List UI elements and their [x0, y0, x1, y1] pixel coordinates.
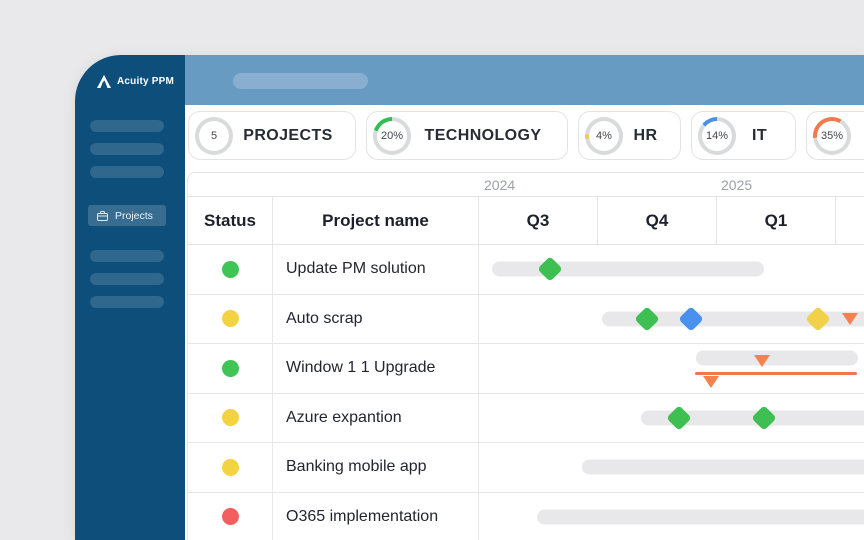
banner-skeleton-pill	[233, 73, 368, 89]
status-cell	[188, 245, 273, 294]
sidebar-skeleton-item	[90, 120, 164, 132]
gantt-diamond-marker[interactable]	[805, 306, 830, 331]
gantt-diamond-marker[interactable]	[537, 257, 562, 282]
gantt-timeline	[479, 443, 864, 492]
sidebar-skeleton-item	[90, 296, 164, 308]
table-row[interactable]: Window 1 1 Upgrade	[188, 344, 864, 394]
header-q3: Q3	[479, 197, 598, 244]
gantt-bar[interactable]	[696, 351, 858, 366]
project-name: Update PM solution	[273, 245, 479, 294]
donut-value: 20%	[373, 117, 411, 155]
gantt-timeline	[479, 493, 864, 540]
chip-label: HR	[623, 127, 672, 145]
donut-value: 4%	[585, 117, 623, 155]
status-cell	[188, 344, 273, 393]
table-row[interactable]: O365 implementation	[188, 493, 864, 540]
briefcase-icon	[97, 211, 108, 221]
summary-chip[interactable]: 14% IT	[691, 111, 796, 160]
year-label: 2025	[721, 173, 752, 197]
gantt-diamond-marker[interactable]	[678, 306, 703, 331]
gantt-triangle-marker[interactable]	[754, 355, 770, 367]
sidebar-item-label: Projects	[115, 210, 153, 222]
status-dot	[222, 360, 239, 377]
header-status: Status	[188, 197, 273, 244]
project-name: O365 implementation	[273, 493, 479, 540]
logo-triangle-icon	[97, 75, 111, 88]
status-dot	[222, 409, 239, 426]
header-q1: Q1	[717, 197, 836, 244]
status-cell	[188, 295, 273, 344]
gantt-triangle-marker[interactable]	[842, 313, 858, 325]
sidebar: Acuity PPM Projects	[75, 55, 185, 540]
gantt-timeline	[479, 394, 864, 443]
gantt-diamond-marker[interactable]	[751, 405, 776, 430]
table-header-row: Status Project name Q3 Q4 Q1	[188, 197, 864, 245]
donut-chart: 20%	[373, 117, 411, 155]
header-empty	[836, 197, 864, 244]
chip-label: PROJECTS	[233, 127, 347, 145]
gantt-timeline	[479, 344, 864, 393]
summary-chip[interactable]: 5 PROJECTS	[188, 111, 356, 160]
status-cell	[188, 493, 273, 540]
donut-chart: 14%	[698, 117, 736, 155]
gantt-bar[interactable]	[492, 262, 764, 277]
sidebar-item-projects[interactable]: Projects	[88, 205, 166, 226]
status-dot	[222, 459, 239, 476]
donut-chart: 35%	[813, 117, 851, 155]
chip-label: IT	[736, 127, 787, 145]
main-content: 5 PROJECTS 20% TECHNOLOGY 4% HR 14% IT 3…	[185, 55, 864, 540]
sidebar-skeleton-item	[90, 273, 164, 285]
gantt-timeline	[479, 245, 864, 294]
table-row[interactable]: Azure expantion	[188, 394, 864, 444]
project-name: Window 1 1 Upgrade	[273, 344, 479, 393]
summary-chip[interactable]: 20% TECHNOLOGY	[366, 111, 568, 160]
chip-label: TECHNOLOGY	[411, 127, 559, 145]
table-row[interactable]: Banking mobile app	[188, 443, 864, 493]
year-header-row: 2024 2025	[188, 173, 864, 197]
status-dot	[222, 508, 239, 525]
donut-chart: 5	[195, 117, 233, 155]
donut-chart: 4%	[585, 117, 623, 155]
status-cell	[188, 394, 273, 443]
summary-chip[interactable]: 35%	[806, 111, 864, 160]
sidebar-skeleton-item	[90, 143, 164, 155]
gantt-bar[interactable]	[582, 460, 864, 475]
year-label: 2024	[484, 173, 515, 197]
app-window: Acuity PPM Projects 5 PROJECTS	[75, 55, 864, 540]
gantt-bar[interactable]	[537, 509, 864, 524]
status-dot	[222, 310, 239, 327]
donut-value: 35%	[813, 117, 851, 155]
table-row[interactable]: Update PM solution	[188, 245, 864, 295]
gantt-timeline	[479, 295, 864, 344]
gantt-diamond-marker[interactable]	[634, 306, 659, 331]
status-dot	[222, 261, 239, 278]
donut-value: 5	[195, 117, 233, 155]
project-name: Banking mobile app	[273, 443, 479, 492]
project-name: Auto scrap	[273, 295, 479, 344]
project-name: Azure expantion	[273, 394, 479, 443]
header-project: Project name	[273, 197, 479, 244]
app-name: Acuity PPM	[117, 76, 174, 87]
status-cell	[188, 443, 273, 492]
sidebar-skeleton-item	[90, 250, 164, 262]
gantt-diamond-marker[interactable]	[666, 405, 691, 430]
donut-value: 14%	[698, 117, 736, 155]
gantt-baseline	[695, 372, 857, 375]
projects-table: 2024 2025 Status Project name Q3 Q4 Q1 U…	[187, 172, 864, 540]
sidebar-skeleton-item	[90, 166, 164, 178]
gantt-triangle-marker[interactable]	[703, 376, 719, 388]
header-q4: Q4	[598, 197, 717, 244]
top-banner	[185, 55, 864, 105]
summary-chip[interactable]: 4% HR	[578, 111, 681, 160]
table-body: Update PM solution Auto scrap Window 1 1…	[188, 245, 864, 540]
app-logo: Acuity PPM	[97, 75, 174, 88]
chips-row: 5 PROJECTS 20% TECHNOLOGY 4% HR 14% IT 3…	[188, 111, 864, 160]
table-row[interactable]: Auto scrap	[188, 295, 864, 345]
